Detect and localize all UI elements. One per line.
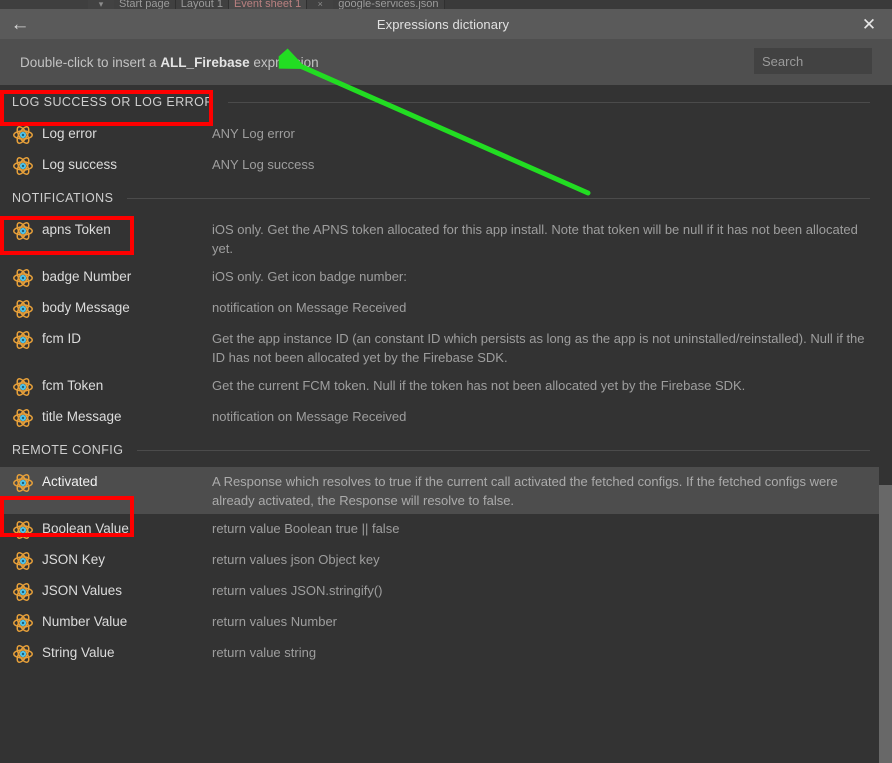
- tab-dropdown-icon[interactable]: ▾: [88, 0, 114, 9]
- section-title: REMOTE CONFIG: [12, 443, 123, 457]
- ide-tab-event-sheet-1[interactable]: Event sheet 1: [229, 0, 307, 9]
- expression-name: JSON Key: [42, 549, 212, 570]
- ide-tab-strip: ▾ Start page Layout 1 Event sheet 1 × go…: [0, 0, 892, 9]
- section-divider: [137, 450, 870, 451]
- expression-row[interactable]: fcm TokenGet the current FCM token. Null…: [0, 371, 892, 402]
- expression-description: return values JSON.stringify(): [212, 580, 870, 600]
- expression-description: return values json Object key: [212, 549, 870, 569]
- expression-name: fcm ID: [42, 328, 212, 349]
- dialog-subheader: Double-click to insert a ALL_Firebase ex…: [0, 39, 892, 85]
- expression-name: Log success: [42, 154, 212, 175]
- insert-hint-suffix: expression: [250, 55, 319, 70]
- expression-description: iOS only. Get icon badge number:: [212, 266, 870, 286]
- expression-description: return value Boolean true || false: [212, 518, 870, 538]
- section-header-remote-config: REMOTE CONFIG: [0, 433, 892, 467]
- atom-expression-icon: [12, 519, 34, 541]
- vertical-scrollbar-thumb[interactable]: [879, 485, 892, 763]
- expression-row[interactable]: String Valuereturn value string: [0, 638, 892, 669]
- atom-expression-icon: [12, 612, 34, 634]
- expression-row[interactable]: ActivatedA Response which resolves to tr…: [0, 467, 892, 514]
- expression-name: Log error: [42, 123, 212, 144]
- atom-expression-icon: [12, 155, 34, 177]
- atom-expression-icon: [12, 267, 34, 289]
- insert-hint-prefix: Double-click to insert a: [20, 55, 160, 70]
- section-header-log-success-or-log-error: LOG SUCCESS OR LOG ERROR: [0, 85, 892, 119]
- expression-row[interactable]: JSON Valuesreturn values JSON.stringify(…: [0, 576, 892, 607]
- ide-tab-start-page[interactable]: Start page: [114, 0, 176, 9]
- expression-name: badge Number: [42, 266, 212, 287]
- expressions-dictionary-dialog: ▾ Start page Layout 1 Event sheet 1 × go…: [0, 0, 892, 763]
- expression-row[interactable]: Log errorANY Log error: [0, 119, 892, 150]
- expression-description: iOS only. Get the APNS token allocated f…: [212, 219, 870, 258]
- atom-expression-icon: [12, 298, 34, 320]
- ide-tab-layout-1[interactable]: Layout 1: [176, 0, 229, 9]
- close-icon[interactable]: ✕: [846, 9, 892, 39]
- expression-description: notification on Message Received: [212, 406, 870, 426]
- expression-row[interactable]: Number Valuereturn values Number: [0, 607, 892, 638]
- expression-row[interactable]: Boolean Valuereturn value Boolean true |…: [0, 514, 892, 545]
- expression-description: return value string: [212, 642, 870, 662]
- atom-expression-icon: [12, 329, 34, 351]
- expression-name: apns Token: [42, 219, 212, 240]
- expression-row[interactable]: title Messagenotification on Message Rec…: [0, 402, 892, 433]
- expression-name: fcm Token: [42, 375, 212, 396]
- section-header-notifications: NOTIFICATIONS: [0, 181, 892, 215]
- atom-expression-icon: [12, 220, 34, 242]
- expression-description: A Response which resolves to true if the…: [212, 471, 870, 510]
- ide-toolbar-filler: [0, 0, 88, 9]
- expression-description: notification on Message Received: [212, 297, 870, 317]
- ide-tab-strip-tail: [445, 0, 892, 9]
- expression-name: title Message: [42, 406, 212, 427]
- section-divider: [228, 102, 870, 103]
- expression-row[interactable]: body Messagenotification on Message Rece…: [0, 293, 892, 324]
- expression-row[interactable]: badge NumberiOS only. Get icon badge num…: [0, 262, 892, 293]
- insert-hint-object-name: ALL_Firebase: [160, 55, 249, 70]
- vertical-scrollbar-track[interactable]: [879, 85, 892, 763]
- expression-description: Get the current FCM token. Null if the t…: [212, 375, 870, 395]
- atom-expression-icon: [12, 581, 34, 603]
- ide-tab-google-services-json[interactable]: google-services.json: [333, 0, 444, 9]
- expression-row[interactable]: JSON Keyreturn values json Object key: [0, 545, 892, 576]
- expression-description: Get the app instance ID (an constant ID …: [212, 328, 870, 367]
- section-title: LOG SUCCESS OR LOG ERROR: [12, 95, 214, 109]
- expression-name: String Value: [42, 642, 212, 663]
- atom-expression-icon: [12, 643, 34, 665]
- atom-expression-icon: [12, 550, 34, 572]
- expression-name: Number Value: [42, 611, 212, 632]
- expression-description: ANY Log error: [212, 123, 870, 143]
- section-title: NOTIFICATIONS: [12, 191, 113, 205]
- expression-name: JSON Values: [42, 580, 212, 601]
- expression-row[interactable]: fcm IDGet the app instance ID (an consta…: [0, 324, 892, 371]
- page-title: Expressions dictionary: [40, 17, 846, 32]
- expression-description: ANY Log success: [212, 154, 870, 174]
- search-input[interactable]: [754, 48, 872, 74]
- atom-expression-icon: [12, 376, 34, 398]
- expression-name: Activated: [42, 471, 212, 492]
- ide-tab-close-icon[interactable]: ×: [307, 0, 333, 9]
- back-arrow-icon[interactable]: ←: [0, 9, 40, 39]
- atom-expression-icon: [12, 124, 34, 146]
- dialog-title-bar: ← Expressions dictionary ✕: [0, 9, 892, 39]
- expression-name: body Message: [42, 297, 212, 318]
- section-divider: [127, 198, 870, 199]
- atom-expression-icon: [12, 407, 34, 429]
- atom-expression-icon: [12, 472, 34, 494]
- expression-row[interactable]: apns TokeniOS only. Get the APNS token a…: [0, 215, 892, 262]
- expression-row[interactable]: Log successANY Log success: [0, 150, 892, 181]
- expression-description: return values Number: [212, 611, 870, 631]
- insert-hint: Double-click to insert a ALL_Firebase ex…: [20, 55, 319, 70]
- expression-name: Boolean Value: [42, 518, 212, 539]
- expression-list[interactable]: LOG SUCCESS OR LOG ERROR Log errorANY Log…: [0, 85, 892, 763]
